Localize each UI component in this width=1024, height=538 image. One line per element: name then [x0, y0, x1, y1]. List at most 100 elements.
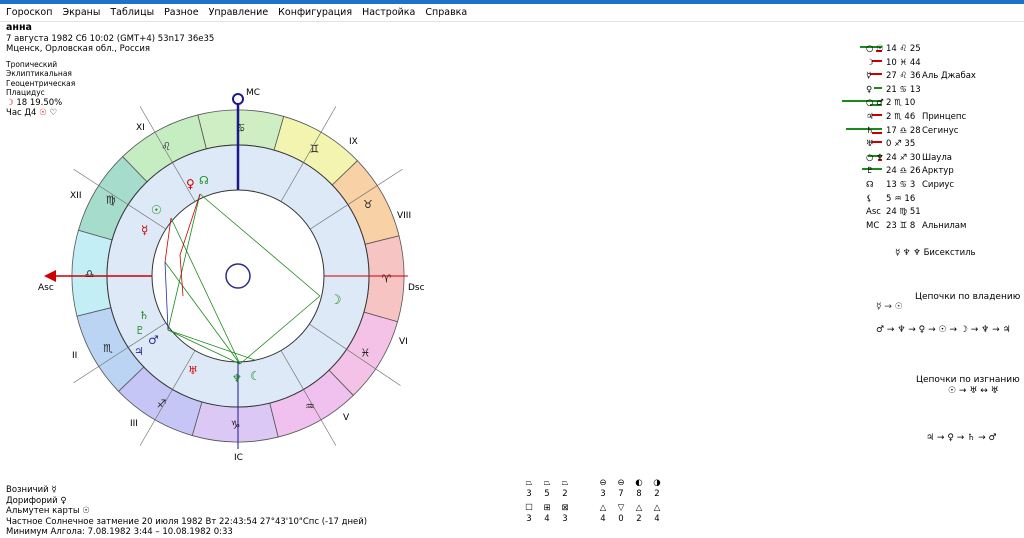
planet-glyph: ♇	[866, 166, 874, 177]
planet-glyph: Asc	[866, 207, 881, 218]
strength-bar	[874, 86, 882, 89]
fixed-star: Шаула	[922, 152, 952, 163]
planet-row: ○ ♂ 2 ♏ 10	[822, 97, 1022, 111]
planet-row: MC 23 ♊ 8 Альнилам	[822, 220, 1022, 234]
aspect-count: 0	[618, 514, 624, 524]
zodiac-sign-icon: ♑	[230, 418, 240, 431]
planet-glyph: ♅	[866, 139, 874, 150]
bottom-info: Возничий ☿ Дорифорий ♀ Альмутен карты ☉ …	[6, 485, 367, 538]
planet-glyph: ⚸	[866, 193, 873, 204]
fixed-star: Альнилам	[922, 220, 967, 231]
fixed-star: Сегинус	[922, 125, 959, 136]
ownership-chain-1: ☿ → ☉	[876, 302, 903, 312]
aspect-summary: ⏢ ⏢ ⏢ ⊖ ⊖ ◐ ◑ 3 5 2 3 7 8 2 ☐ ⊞ ⊠ △ ▽ △ …	[520, 478, 666, 525]
fixed-star: Принцепс	[922, 111, 967, 122]
planet-row: ☽ 10 ♓ 44	[822, 57, 1022, 71]
exile-chain-1: ☉ → ♅ ↔ ♅	[948, 386, 999, 396]
planet-positions: ○ ☉ 14 ♌ 25 ☽ 10 ♓ 44 ☿ 27 ♌ 36 Аль Джабах ♀ 21 …	[822, 43, 1022, 233]
pluto-icon: ♇	[135, 324, 145, 337]
planet-glyph: ♃	[866, 111, 874, 122]
aspect-triangle-down-icon: ▽	[617, 503, 625, 513]
zodiac-sign-icon: ♎	[85, 267, 95, 280]
exile-chains-title: Цепочки по изгнанию	[916, 375, 1020, 385]
planet-position: 0 ♐ 35	[886, 139, 916, 150]
mercury-icon: ☿	[141, 223, 148, 237]
inner-circle	[151, 189, 325, 363]
aspect-count: 4	[544, 514, 550, 524]
almuten-label: Альмутен карты ☉	[6, 506, 90, 517]
ownership-chain-2: ♂ → ♆ → ♀ → ☉ → ☽ → ♆ → ♃	[876, 325, 1011, 335]
neptune-icon: ♆	[232, 372, 242, 385]
strength-bar	[846, 127, 882, 130]
house-label-viii: VIII	[397, 211, 411, 221]
planet-row: ○ ♆ 24 ♐ 30 Шаула	[822, 152, 1022, 166]
venus-icon: ♀	[186, 177, 195, 191]
aspect-circle-right-icon: ◑	[653, 478, 661, 488]
mars-icon: ♂	[148, 333, 159, 347]
planet-glyph: ○ ♆	[866, 152, 884, 163]
aspect-count: 3	[526, 514, 532, 524]
planet-row: ♇ 24 ♎ 26 Арктур	[822, 165, 1022, 179]
planet-position: 2 ♏ 10	[886, 98, 916, 109]
fixed-star: Арктур	[922, 166, 954, 177]
planet-position: 23 ♊ 8	[886, 220, 916, 231]
aspect-icons-row-2: ☐ ⊞ ⊠ △ ▽ △ △	[520, 503, 666, 514]
aspect-count: 3	[562, 514, 568, 524]
dorif-label: Дорифорий ♀	[6, 495, 67, 506]
planet-position: 5 ♒ 16	[886, 193, 916, 204]
fixed-star: Сириус	[922, 179, 955, 190]
planet-glyph: ○ ♂	[866, 98, 884, 109]
planet-row: ♃ 2 ♏ 46 Принцепс	[822, 111, 1022, 125]
house-label-iii: III	[130, 419, 138, 429]
house-label-ix: IX	[349, 137, 358, 147]
zodiac-sign-icon: ♓	[360, 346, 370, 359]
aspect-count: 4	[600, 514, 606, 524]
house-label-vi: VI	[399, 337, 408, 347]
ic-label: IC	[234, 453, 243, 463]
aspect-count: 8	[636, 489, 642, 499]
mc-marker-icon	[232, 93, 244, 105]
planet-row: ○ ☉ 14 ♌ 25	[822, 43, 1022, 57]
zodiac-sign-icon: ♉	[363, 198, 373, 211]
lilith-icon: ☾	[250, 369, 261, 383]
planet-strength-bars	[822, 194, 882, 206]
planet-glyph: ☽	[866, 57, 874, 68]
ownership-chains-title: Цепочки по владению	[915, 292, 1021, 302]
strength-bar	[870, 73, 882, 76]
aspect-count: 7	[618, 489, 624, 499]
house-label-xii: XII	[70, 191, 81, 201]
planet-row: ♄ 17 ♎ 28 Сегинус	[822, 125, 1022, 139]
asc-arrow-icon	[44, 270, 56, 282]
planet-row: ☊ 13 ♋ 3 Сириус	[822, 179, 1022, 193]
asc-label: Asc	[38, 283, 54, 293]
algol-label: Минимум Алгола: 7.08.1982 3:44 – 10.08.1…	[6, 527, 233, 538]
aspect-grid2-icon: ⊠	[561, 503, 569, 513]
aspect-count: 4	[654, 514, 660, 524]
aspect-box-icon: ☐	[525, 503, 533, 513]
aspect-count: 5	[544, 489, 550, 499]
planet-row: ♀ 21 ♋ 13	[822, 84, 1022, 98]
aspect-grid-icon: ⊞	[543, 503, 551, 513]
planet-position: 10 ♓ 44	[886, 57, 921, 68]
natal-chart-wheel[interactable]: ♋♊♉♈♓♒♑♐♏♎♍♌ MC IC Asc Dsc XI XII II III…	[0, 0, 480, 480]
aspect-trapezoid-icon: ⏢	[543, 478, 551, 488]
aspect-circle-left-icon: ◐	[635, 478, 643, 488]
vozn-label: Возничий ☿	[6, 485, 57, 495]
planet-strength-bars	[822, 85, 882, 97]
planet-position: 24 ♍ 51	[886, 207, 921, 218]
planet-strength-bars	[822, 71, 882, 83]
aspect-square-icon: ⏢	[525, 478, 533, 488]
node-icon: ☊	[199, 174, 209, 187]
sun-wheel-icon: ☉	[151, 203, 162, 217]
aspect-circle-half-icon: ⊖	[599, 478, 607, 488]
planet-glyph: ☊	[866, 179, 874, 190]
planet-position: 2 ♏ 46	[886, 111, 916, 122]
exile-chain-2: ♃ → ♀ → ♄ → ♂	[926, 433, 997, 443]
planet-position: 14 ♌ 25	[886, 44, 921, 54]
planet-glyph: MC	[866, 220, 880, 231]
aspect-count: 2	[562, 489, 568, 499]
planet-position: 24 ♎ 26	[886, 166, 921, 177]
uranus-icon: ♅	[188, 364, 198, 377]
aspect-trapezoid2-icon: ⏢	[561, 478, 569, 488]
aspect-count: 2	[636, 514, 642, 524]
